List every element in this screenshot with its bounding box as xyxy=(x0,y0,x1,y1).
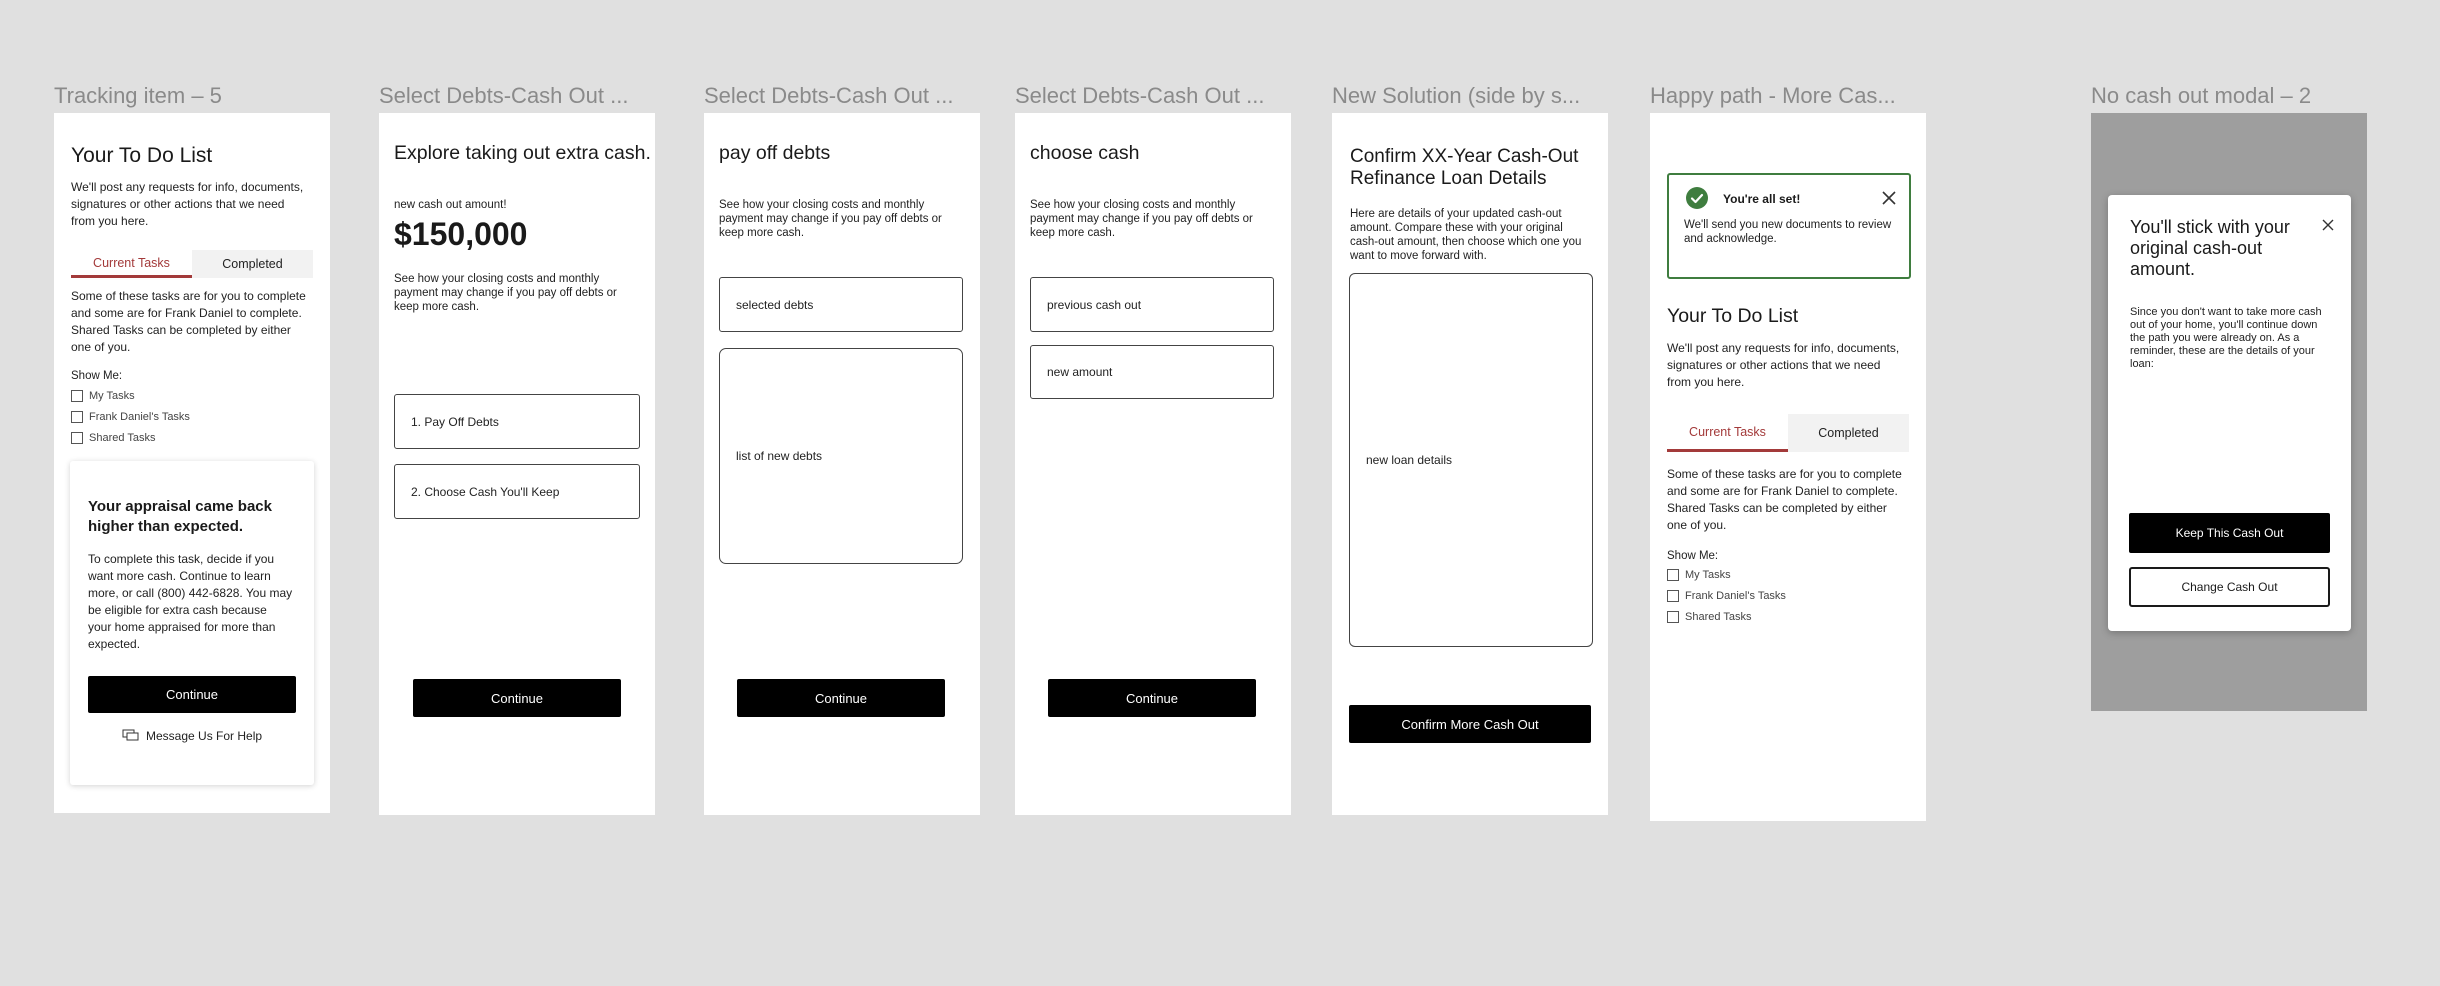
frame-select-debts-3: choose cash See how your closing costs a… xyxy=(1015,113,1291,815)
keep-cash-out-button[interactable]: Keep This Cash Out xyxy=(2129,513,2330,553)
show-me-label: Show Me: xyxy=(1667,550,1719,562)
option-choose-cash[interactable]: 2. Choose Cash You'll Keep xyxy=(394,464,640,519)
alert-title: You're all set! xyxy=(1723,192,1801,206)
frame-label-solution: New Solution (side by s... xyxy=(1332,83,1581,108)
filter-shared-tasks[interactable]: Shared Tasks xyxy=(1667,611,1751,623)
checkbox[interactable] xyxy=(1667,590,1679,602)
continue-button[interactable]: Continue xyxy=(88,676,296,713)
option-pay-off-debts[interactable]: 1. Pay Off Debts xyxy=(394,394,640,449)
confirm-more-cash-out-button[interactable]: Confirm More Cash Out xyxy=(1349,705,1591,743)
page-intro: We'll post any requests for info, docume… xyxy=(1667,341,1900,389)
page-title: Your To Do List xyxy=(1667,305,1799,327)
new-debts-list-box[interactable]: list of new debts xyxy=(719,348,963,564)
frame-select-debts-2: pay off debts See how your closing costs… xyxy=(704,113,980,815)
filter-label: My Tasks xyxy=(1685,569,1731,581)
tab-current-tasks[interactable]: Current Tasks xyxy=(1667,414,1788,452)
message-us-label: Message Us For Help xyxy=(146,729,263,743)
checkbox[interactable] xyxy=(71,390,83,402)
page-description: See how your closing costs and monthly p… xyxy=(719,199,942,239)
task-tabs: Current Tasks Completed xyxy=(1667,414,1909,452)
page-title: choose cash xyxy=(1030,142,1140,164)
alert-body: We'll send you new documents to review a… xyxy=(1684,219,1892,245)
success-alert: You're all set! We'll send you new docum… xyxy=(1667,173,1911,279)
modal-body: Since you don't want to take more cash o… xyxy=(2130,306,2322,370)
continue-button[interactable]: Continue xyxy=(1048,679,1256,717)
continue-button[interactable]: Continue xyxy=(737,679,945,717)
new-loan-details-box: new loan details xyxy=(1349,273,1593,647)
page-title: Explore taking out extra cash. xyxy=(394,142,651,164)
frame-tracking-item: Your To Do List We'll post any requests … xyxy=(54,113,330,813)
filter-label: Shared Tasks xyxy=(1685,611,1752,623)
frame-select-debts-1: Explore taking out extra cash. new cash … xyxy=(379,113,655,815)
filter-label: My Tasks xyxy=(89,390,135,402)
frame-new-solution: Confirm XX-Year Cash-Out Refinance Loan … xyxy=(1332,113,1608,815)
filter-label: Frank Daniel's Tasks xyxy=(1685,590,1786,602)
checkbox[interactable] xyxy=(71,432,83,444)
frame-label-select-3: Select Debts-Cash Out ... xyxy=(1015,83,1265,108)
change-cash-out-button[interactable]: Change Cash Out xyxy=(2129,567,2330,607)
filter-label: Shared Tasks xyxy=(89,432,156,444)
frame-happy-path: You're all set! We'll send you new docum… xyxy=(1650,113,1926,821)
filter-frank-tasks[interactable]: Frank Daniel's Tasks xyxy=(1667,590,1786,602)
close-icon[interactable] xyxy=(2320,217,2336,233)
check-circle-icon xyxy=(1686,187,1708,209)
filter-my-tasks[interactable]: My Tasks xyxy=(71,390,135,402)
filter-my-tasks[interactable]: My Tasks xyxy=(1667,569,1731,581)
card-body: To complete this task, decide if you wan… xyxy=(88,552,293,651)
appraisal-task-card: Your appraisal came back higher than exp… xyxy=(70,461,314,785)
card-title: Your appraisal came back higher than exp… xyxy=(88,498,272,535)
previous-cash-out-box[interactable]: previous cash out xyxy=(1030,277,1274,332)
chat-icon xyxy=(122,729,139,741)
continue-button[interactable]: Continue xyxy=(413,679,621,717)
frame-no-cash-out-modal: You'll stick with your original cash-out… xyxy=(2091,113,2367,711)
message-us-link[interactable]: Message Us For Help xyxy=(122,729,262,743)
frame-label-modal: No cash out modal – 2 xyxy=(2091,83,2312,108)
frame-label-tracking: Tracking item – 5 xyxy=(54,83,222,108)
page-title: Your To Do List xyxy=(71,144,213,167)
amount-label: new cash out amount! xyxy=(394,199,507,211)
frame-label-select-1: Select Debts-Cash Out ... xyxy=(379,83,629,108)
filter-label: Frank Daniel's Tasks xyxy=(89,411,190,423)
checkbox[interactable] xyxy=(1667,611,1679,623)
frame-label-select-2: Select Debts-Cash Out ... xyxy=(704,83,954,108)
modal-dialog: You'll stick with your original cash-out… xyxy=(2108,195,2351,631)
filter-shared-tasks[interactable]: Shared Tasks xyxy=(71,432,155,444)
page-title: Confirm XX-Year Cash-Out Refinance Loan … xyxy=(1350,146,1579,189)
selected-debts-box[interactable]: selected debts xyxy=(719,277,963,332)
tab-current-tasks[interactable]: Current Tasks xyxy=(71,250,192,278)
tab-completed[interactable]: Completed xyxy=(1788,414,1909,452)
page-description: Here are details of your updated cash-ou… xyxy=(1350,208,1582,262)
page-intro: We'll post any requests for info, docume… xyxy=(71,180,304,228)
frame-label-happy: Happy path - More Cas... xyxy=(1650,83,1896,108)
cash-out-amount: $150,000 xyxy=(394,216,528,252)
page-title: pay off debts xyxy=(719,142,831,164)
checkbox[interactable] xyxy=(1667,569,1679,581)
new-amount-box[interactable]: new amount xyxy=(1030,345,1274,399)
page-description: See how your closing costs and monthly p… xyxy=(1030,199,1253,239)
close-icon[interactable] xyxy=(1881,190,1897,206)
tasks-description: Some of these tasks are for you to compl… xyxy=(1667,467,1902,532)
page-description: See how your closing costs and monthly p… xyxy=(394,273,617,313)
tab-completed[interactable]: Completed xyxy=(192,250,313,278)
filter-frank-tasks[interactable]: Frank Daniel's Tasks xyxy=(71,411,190,423)
tasks-description: Some of these tasks are for you to compl… xyxy=(71,289,306,354)
checkbox[interactable] xyxy=(71,411,83,423)
task-tabs: Current Tasks Completed xyxy=(71,250,313,278)
modal-title: You'll stick with your original cash-out… xyxy=(2130,217,2290,279)
show-me-label: Show Me: xyxy=(71,370,123,382)
